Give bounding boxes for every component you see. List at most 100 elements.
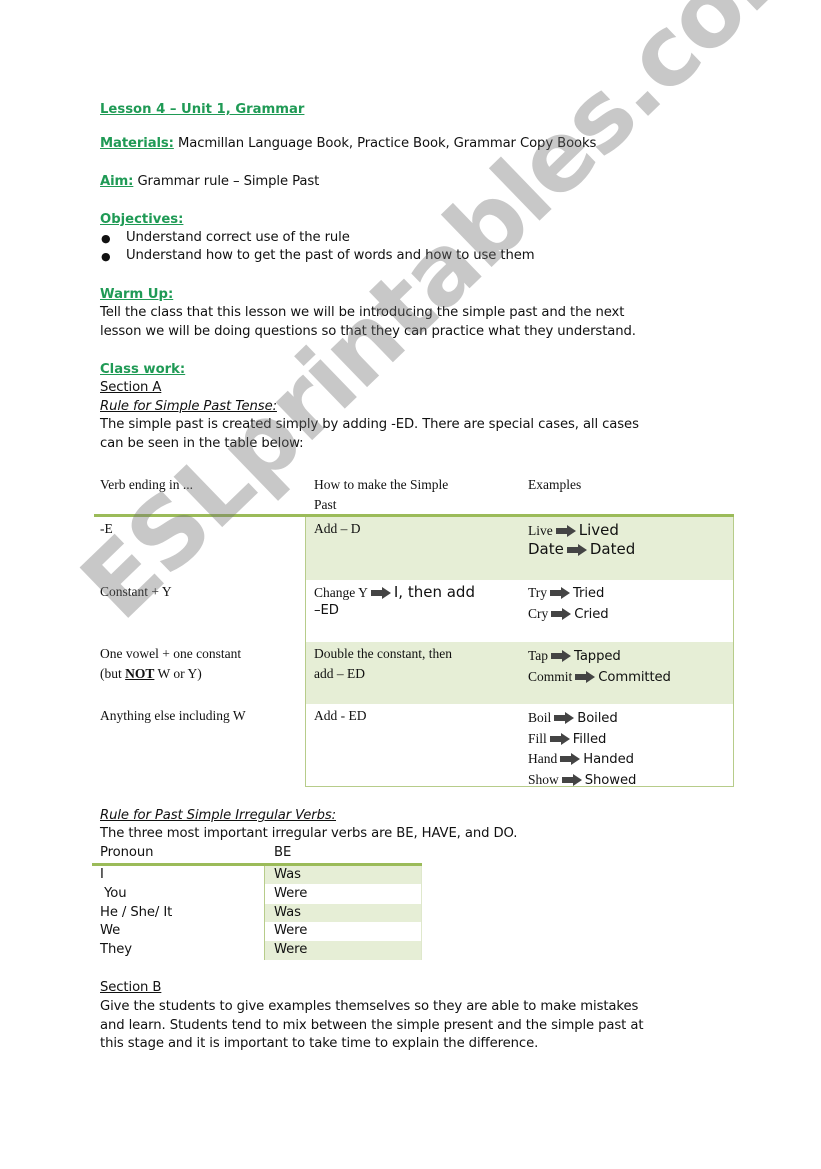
arrow-right-icon bbox=[370, 586, 391, 599]
how-text: I, then add bbox=[393, 583, 475, 601]
row-how: Add – D bbox=[314, 521, 361, 536]
arrow-right-icon bbox=[575, 670, 596, 683]
example-base: Fill bbox=[528, 731, 547, 746]
example-base: Live bbox=[528, 523, 553, 538]
example-pair: Try Tried bbox=[528, 582, 604, 601]
how-text: Change Y bbox=[314, 585, 368, 600]
example-past: Tapped bbox=[574, 649, 621, 664]
row-how-cont: –ED bbox=[314, 603, 339, 618]
materials-value: Macmillan Language Book, Practice Book, … bbox=[177, 136, 597, 151]
example-pair: Live Lived bbox=[528, 520, 619, 539]
document-page: Lesson 4 – Unit 1, Grammar Materials: Ma… bbox=[0, 0, 821, 1169]
example-past: Filled bbox=[572, 732, 607, 747]
warm-up-line: lesson we will be doing questions so tha… bbox=[100, 324, 636, 339]
example-base: Show bbox=[528, 772, 559, 787]
header-rule bbox=[92, 863, 422, 866]
example-base: Cry bbox=[528, 606, 549, 621]
row-how: Add - ED bbox=[314, 708, 367, 723]
ending-emphasis: NOT bbox=[125, 666, 155, 681]
section-a-label: Section A bbox=[100, 380, 162, 395]
irregular-intro: The three most important irregular verbs… bbox=[100, 826, 518, 841]
irregular-heading: Rule for Past Simple Irregular Verbs: bbox=[100, 808, 337, 823]
arrow-right-icon bbox=[550, 586, 571, 599]
table-border bbox=[421, 866, 422, 960]
aim-line: Aim: Grammar rule – Simple Past bbox=[100, 174, 319, 189]
table-border bbox=[305, 786, 734, 787]
example-pair: Commit Committed bbox=[528, 666, 671, 685]
objective-item: Understand how to get the past of words … bbox=[126, 248, 535, 263]
table-divider bbox=[264, 866, 265, 960]
rule-line: The simple past is created simply by add… bbox=[100, 417, 639, 432]
example-past: Committed bbox=[598, 670, 671, 685]
example-base: Try bbox=[528, 585, 548, 600]
example-pair: Show Showed bbox=[528, 769, 636, 788]
example-pair: Tap Tapped bbox=[528, 645, 621, 664]
pronoun-cell: You bbox=[100, 886, 127, 901]
example-base: Tap bbox=[528, 648, 549, 663]
table-header-pronoun: Pronoun bbox=[100, 845, 154, 860]
be-cell: Was bbox=[274, 867, 301, 882]
row-ending-cont: (but NOT W or Y) bbox=[100, 666, 202, 682]
example-past: Lived bbox=[578, 521, 619, 539]
example-pair: Cry Cried bbox=[528, 603, 609, 622]
arrow-right-icon bbox=[566, 543, 587, 556]
bullet-icon: ● bbox=[101, 250, 111, 263]
ending-text: (but bbox=[100, 666, 126, 681]
pronoun-cell: I bbox=[100, 867, 104, 882]
row-how: Double the constant, then bbox=[314, 646, 452, 661]
table-header-examples: Examples bbox=[528, 477, 582, 492]
table-border bbox=[733, 517, 734, 787]
example-past: Showed bbox=[584, 773, 637, 788]
pronoun-cell: They bbox=[100, 942, 132, 957]
table-divider bbox=[305, 517, 306, 787]
rule-heading: Rule for Simple Past Tense: bbox=[100, 399, 277, 414]
example-past: Handed bbox=[583, 752, 634, 767]
example-base: Date bbox=[528, 540, 564, 558]
arrow-right-icon bbox=[551, 649, 572, 662]
be-cell: Was bbox=[274, 905, 301, 920]
be-cell: Were bbox=[274, 923, 308, 938]
example-pair: Boil Boiled bbox=[528, 707, 618, 726]
arrow-right-icon bbox=[555, 524, 576, 537]
arrow-right-icon bbox=[551, 607, 572, 620]
row-ending: -E bbox=[100, 521, 113, 536]
example-pair: Hand Handed bbox=[528, 748, 634, 767]
aim-value: Grammar rule – Simple Past bbox=[137, 174, 320, 189]
row-ending: One vowel + one constant bbox=[100, 646, 242, 661]
section-b-line: and learn. Students tend to mix between … bbox=[100, 1018, 644, 1033]
table-header-be: BE bbox=[274, 845, 292, 860]
table-header-ending: Verb ending in ... bbox=[100, 477, 193, 492]
example-base: Hand bbox=[528, 751, 558, 766]
row-how-cont: add – ED bbox=[314, 666, 365, 681]
warm-up-label: Warm Up: bbox=[100, 287, 174, 302]
section-b-line: Give the students to give examples thems… bbox=[100, 999, 639, 1014]
example-base: Boil bbox=[528, 710, 552, 725]
example-base: Commit bbox=[528, 669, 573, 684]
objectives-label: Objectives: bbox=[100, 212, 184, 227]
pronoun-cell: We bbox=[100, 923, 121, 938]
row-ending: Anything else including W bbox=[100, 708, 246, 723]
section-b-line: this stage and it is important to take t… bbox=[100, 1036, 539, 1051]
arrow-right-icon bbox=[561, 773, 582, 786]
example-past: Dated bbox=[589, 540, 636, 558]
materials-line: Materials: Macmillan Language Book, Prac… bbox=[100, 136, 596, 151]
section-b-label: Section B bbox=[100, 980, 162, 995]
row-ending: Constant + Y bbox=[100, 584, 172, 599]
table-header-how-cont: Past bbox=[314, 497, 337, 512]
aim-label: Aim: bbox=[100, 174, 134, 189]
warm-up-line: Tell the class that this lesson we will … bbox=[100, 305, 625, 320]
example-past: Boiled bbox=[577, 711, 618, 726]
arrow-right-icon bbox=[554, 711, 575, 724]
be-cell: Were bbox=[274, 942, 308, 957]
materials-label: Materials: bbox=[100, 136, 174, 151]
ending-text: W or Y) bbox=[154, 666, 202, 681]
be-cell: Were bbox=[274, 886, 308, 901]
lesson-title: Lesson 4 – Unit 1, Grammar bbox=[100, 102, 305, 117]
arrow-right-icon bbox=[560, 752, 581, 765]
example-past: Cried bbox=[574, 607, 609, 622]
arrow-right-icon bbox=[549, 732, 570, 745]
example-pair: Date Dated bbox=[528, 540, 635, 558]
example-pair: Fill Filled bbox=[528, 728, 606, 747]
pronoun-cell: He / She/ It bbox=[100, 905, 173, 920]
header-rule bbox=[94, 514, 734, 517]
